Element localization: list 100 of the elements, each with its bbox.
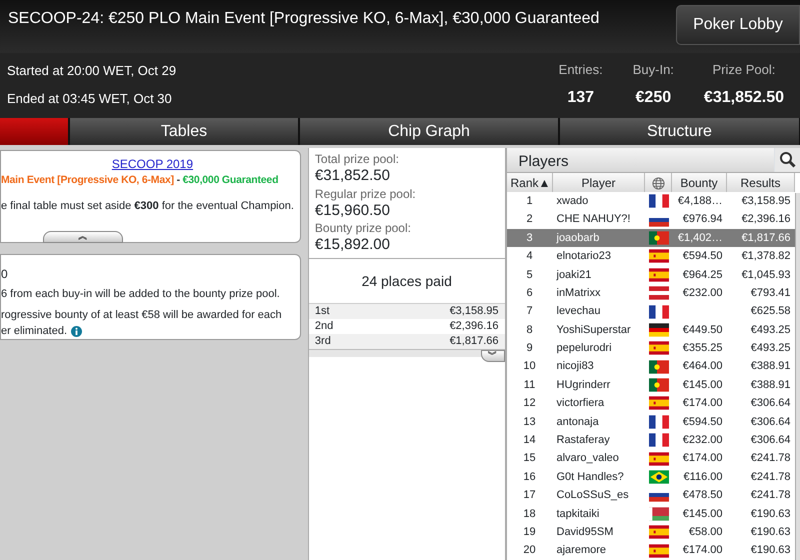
player-row[interactable]: 17 CoLoSSuS_es €478.50 €241.78 <box>506 486 794 505</box>
player-row[interactable]: 19 David95SM €58.00 €190.63 <box>506 523 794 542</box>
collapse-toggle[interactable]: ︽ <box>43 231 123 243</box>
column-header[interactable]: Player <box>552 173 644 192</box>
player-row[interactable]: 10 nicoji83 €464.00 €388.91 <box>506 358 794 376</box>
player-row[interactable]: 3 joaobarb €1,402… €1,817.66 <box>506 228 794 248</box>
tab[interactable]: Structure <box>560 118 799 145</box>
tab[interactable]: Chip Graph <box>300 118 558 145</box>
player-name: HUgrinderr <box>556 378 612 393</box>
rank-cell-text: 20 <box>522 543 537 558</box>
info-text: 0 <box>1 266 9 283</box>
player-row[interactable]: 14 Rastaferay €232.00 €306.64 <box>506 431 794 450</box>
bounty-cell-text: €232.00 <box>682 433 724 448</box>
player-row[interactable]: 15 alvaro_valeo €174.00 €241.78 <box>506 449 794 468</box>
rank-cell-text: 11 <box>522 378 536 393</box>
results-cell-text: €190.63 <box>750 506 792 522</box>
player-name: ajaremore <box>556 543 608 558</box>
rank-cell-text: 8 <box>525 322 534 338</box>
results-cell-text: €190.63 <box>750 543 792 558</box>
player-row[interactable]: 20 ajaremore €174.00 €190.63 <box>506 541 794 560</box>
bounty-cell-text: €174.00 <box>682 543 724 558</box>
bounty-cell-text: €174.00 <box>682 396 724 412</box>
rank-cell-text: 18 <box>522 506 537 522</box>
player-row[interactable]: 7 levechau €625.58 <box>506 302 794 321</box>
player-name: CoLoSSuS_es <box>556 488 630 504</box>
player-row[interactable]: 2 CHE NAHUY?! €976.94 €2,396.16 <box>506 210 794 229</box>
player-name: Rastaferay <box>556 433 611 448</box>
player-row[interactable]: 1 xwado €4,188… €3,158.95 <box>506 192 794 210</box>
globe-icon <box>652 176 664 190</box>
results-cell-text: €306.64 <box>750 414 792 430</box>
flag-icon <box>648 268 668 282</box>
player-row[interactable]: 13 antonaja €594.50 €306.64 <box>506 412 794 432</box>
player-row[interactable]: 11 HUgrinderr €145.00 €388.91 <box>506 376 794 394</box>
column-header[interactable]: Rank▲ <box>506 173 552 192</box>
bounty-cell-text: €232.00 <box>682 286 724 301</box>
column-header[interactable]: Bounty <box>672 173 726 192</box>
rank-cell-text: 12 <box>522 396 537 412</box>
player-row[interactable]: 9 pepelurodri €355.25 €493.25 <box>506 339 794 358</box>
bounty-cell: €1,402… <box>672 228 726 248</box>
info-text: er eliminated. <box>1 324 68 339</box>
payout-place: 1st <box>314 304 330 318</box>
player-row[interactable]: 12 victorfiera €174.00 €306.64 <box>506 394 794 413</box>
pool-value: €15,892.00 <box>314 237 391 254</box>
player-row[interactable]: 5 joaki21 €964.25 €1,045.93 <box>506 266 794 284</box>
player-name: joaobarb <box>552 228 644 248</box>
stat-label: Entries: <box>558 61 603 79</box>
bounty-cell-text: €449.50 <box>682 322 724 338</box>
info-text: rogressive bounty of at least €58 will be awarded for each <box>1 308 283 322</box>
flag-icon <box>648 544 668 558</box>
player-name: inMatrixx <box>556 286 602 301</box>
flag-icon <box>648 506 668 521</box>
rank-cell-text: 5 <box>525 268 534 282</box>
flag-icon <box>648 470 668 484</box>
end-time: Ended at 03:45 WET, Oct 30 <box>7 90 173 108</box>
flag-icon <box>648 378 668 392</box>
results-cell-text: €241.78 <box>750 451 792 466</box>
expand-toggle[interactable]: ︾ <box>480 350 504 362</box>
rank-cell-text: 19 <box>522 524 537 540</box>
results-cell-text: €306.64 <box>750 396 792 412</box>
bounty-cell-text: €964.25 <box>682 268 724 282</box>
series-link[interactable]: SECOOP 2019 <box>112 157 194 171</box>
player-row[interactable]: 18 tapkitaiki €145.00 €190.63 <box>506 504 794 524</box>
results-cell-text: €1,045.93 <box>740 268 792 282</box>
bounty-cell-text: €174.00 <box>682 451 724 466</box>
player-name: David95SM <box>556 524 614 540</box>
player-row[interactable]: 6 inMatrixx €232.00 €793.41 <box>506 284 794 302</box>
rank-cell: 4 <box>506 247 552 266</box>
flag-icon <box>648 194 668 208</box>
pool-label: Total prize pool: <box>314 151 400 168</box>
bounty-cell: €594.50 <box>672 247 726 266</box>
flag-icon <box>648 360 668 374</box>
flag-icon <box>648 249 668 264</box>
results-cell-text: €793.41 <box>750 286 792 301</box>
separator: - <box>176 174 181 186</box>
player-row[interactable]: 4 elnotario23 €594.50 €1,378.82 <box>506 247 794 266</box>
bounty-cell: €4,188… <box>672 192 726 210</box>
payout-place: 3rd <box>314 334 331 348</box>
rank-cell: 1 <box>506 192 552 210</box>
search-button[interactable] <box>774 148 800 172</box>
players-title: Players <box>518 152 569 172</box>
scrollbar[interactable] <box>795 193 800 560</box>
results-cell-text: €493.25 <box>750 341 792 356</box>
payout-amount: €3,158.95 <box>450 304 498 318</box>
tab[interactable]: Tables <box>70 118 298 145</box>
column-header[interactable]: Results <box>726 173 794 192</box>
player-name: victorfiera <box>556 396 606 412</box>
bounty-cell-text: €116.00 <box>682 470 724 485</box>
results-cell-text: €388.91 <box>750 378 792 393</box>
player-row[interactable]: 8 YoshiSuperstar €449.50 €493.25 <box>506 320 794 340</box>
stat-value: 137 <box>567 88 594 108</box>
poker-lobby-button[interactable]: Poker Lobby <box>676 5 800 45</box>
bounty-cell-text: €478.50 <box>682 488 724 504</box>
rank-cell-text: 17 <box>522 488 537 504</box>
player-row[interactable]: 16 G0t Handles? €116.00 €241.78 <box>506 468 794 486</box>
payout-amount: €2,396.16 <box>450 318 498 334</box>
info-icon[interactable] <box>71 326 82 337</box>
stat-value: €31,852.50 <box>704 88 784 108</box>
pool-value: €31,852.50 <box>314 168 391 184</box>
payout-amount: €1,817.66 <box>450 334 498 348</box>
flag-icon <box>648 304 668 319</box>
